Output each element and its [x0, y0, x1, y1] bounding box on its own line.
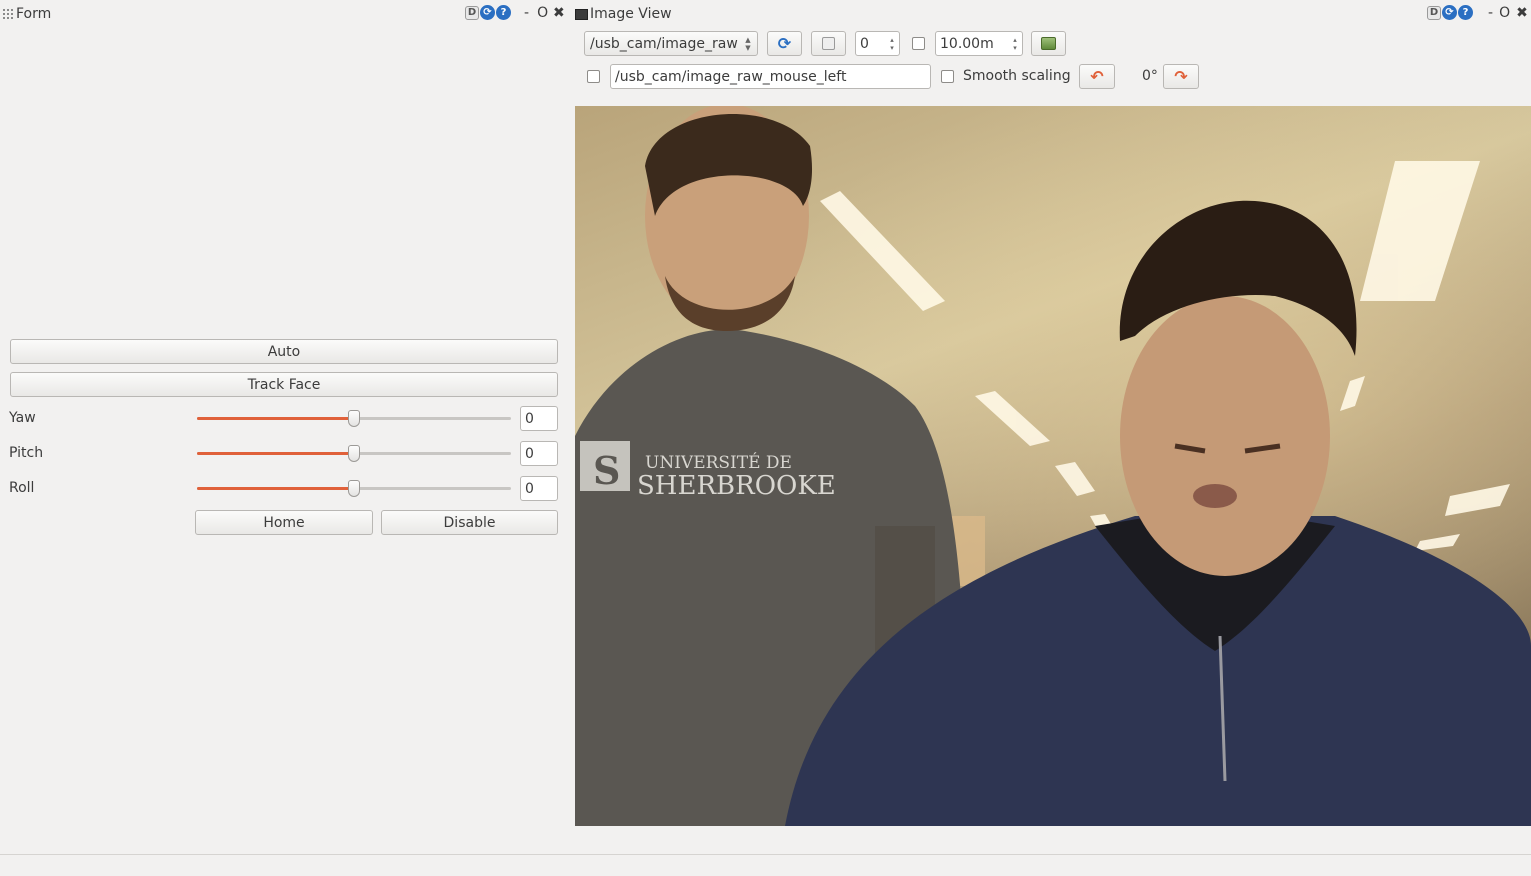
help-icon[interactable]: ?: [496, 5, 511, 20]
select-arrows-icon: ▲ ▼: [745, 35, 751, 52]
form-title: Form: [16, 6, 52, 22]
form-window-controls: - O: [524, 5, 548, 21]
svg-text:S: S: [593, 448, 620, 493]
save-image-button[interactable]: [1031, 31, 1066, 56]
status-bar-divider: [0, 854, 1531, 855]
help-icon[interactable]: ?: [1458, 5, 1473, 20]
spin-arrows-icon[interactable]: ▴ ▾: [887, 34, 897, 53]
rotate-left-icon: ↶: [1090, 67, 1104, 86]
image-view-window-icon: [575, 8, 588, 20]
minimize-button[interactable]: -: [1488, 5, 1493, 21]
auto-button[interactable]: Auto: [10, 339, 558, 364]
pitch-slider[interactable]: [197, 445, 511, 462]
image-view-title: Image View: [590, 6, 672, 22]
form-close-icon[interactable]: ✖: [553, 5, 565, 21]
form-title-bar: Form: [2, 6, 51, 22]
yaw-slider[interactable]: [197, 410, 511, 427]
duration-value: 10.00m: [940, 35, 994, 52]
plugin-d-icon[interactable]: D: [465, 5, 479, 20]
roll-slider[interactable]: [197, 480, 511, 497]
duration-checkbox[interactable]: [912, 37, 925, 50]
yaw-value-field[interactable]: 0: [520, 406, 558, 431]
smooth-scaling-checkbox[interactable]: [941, 70, 954, 83]
plugin-d-icon[interactable]: D: [1427, 5, 1441, 20]
zoom-toggle-button[interactable]: [811, 31, 846, 56]
yaw-slider-fill: [197, 417, 354, 420]
publish-click-checkbox[interactable]: [587, 70, 600, 83]
shirt-print-line-2: SHERBROOKE: [637, 471, 836, 501]
pitch-value-field[interactable]: 0: [520, 441, 558, 466]
float-button[interactable]: O: [1499, 5, 1510, 21]
rotation-label: 0°: [1142, 68, 1158, 84]
rotate-left-button[interactable]: ↶: [1079, 64, 1115, 89]
shirt-print-line-1: UNIVERSITÉ DE: [645, 452, 792, 473]
topic-select-value: /usb_cam/image_raw: [590, 35, 738, 52]
refresh-topics-button[interactable]: ⟳: [767, 31, 802, 56]
duration-spinbox[interactable]: 10.00m ▴ ▾: [935, 31, 1023, 56]
mouse-topic-input[interactable]: /usb_cam/image_raw_mouse_left: [610, 64, 931, 89]
yaw-label: Yaw: [9, 410, 36, 426]
pitch-label: Pitch: [9, 445, 44, 461]
save-image-icon: [1041, 37, 1056, 50]
roll-value-field[interactable]: 0: [520, 476, 558, 501]
track-face-button[interactable]: Track Face: [10, 372, 558, 397]
image-view-title-bar: Image View: [575, 6, 672, 22]
index-value: 0: [860, 35, 869, 52]
float-button[interactable]: O: [537, 5, 548, 21]
roll-slider-fill: [197, 487, 354, 490]
rotate-right-button[interactable]: ↷: [1163, 64, 1199, 89]
refresh-icon: ⟳: [777, 34, 792, 53]
topic-select[interactable]: /usb_cam/image_raw ▲ ▼: [584, 31, 758, 56]
pitch-slider-handle[interactable]: [348, 445, 360, 462]
reload-icon[interactable]: ⟳: [1442, 5, 1457, 20]
image-view-title-icons: D ⟳ ?: [1427, 5, 1473, 20]
roll-label: Roll: [9, 480, 35, 496]
disable-button[interactable]: Disable: [381, 510, 558, 535]
smooth-scaling-label: Smooth scaling: [963, 68, 1071, 84]
reload-icon[interactable]: ⟳: [480, 5, 495, 20]
form-title-icons: D ⟳ ?: [465, 5, 511, 20]
camera-image[interactable]: S UNIVERSITÉ DE SHERBROOKE: [575, 106, 1531, 826]
index-spinbox[interactable]: 0 ▴ ▾: [855, 31, 900, 56]
roll-slider-handle[interactable]: [348, 480, 360, 497]
home-button[interactable]: Home: [195, 510, 373, 535]
zoom-icon: [822, 37, 835, 50]
image-view-window-controls: - O ✖: [1488, 5, 1528, 21]
rotate-right-icon: ↷: [1174, 67, 1188, 86]
image-view-close-icon[interactable]: ✖: [1516, 5, 1528, 21]
spin-arrows-icon[interactable]: ▴ ▾: [1010, 34, 1020, 53]
pitch-slider-fill: [197, 452, 354, 455]
minimize-button[interactable]: -: [524, 5, 529, 21]
dock-grip-icon[interactable]: [2, 8, 14, 20]
yaw-slider-handle[interactable]: [348, 410, 360, 427]
camera-scene: S UNIVERSITÉ DE SHERBROOKE: [575, 106, 1531, 826]
